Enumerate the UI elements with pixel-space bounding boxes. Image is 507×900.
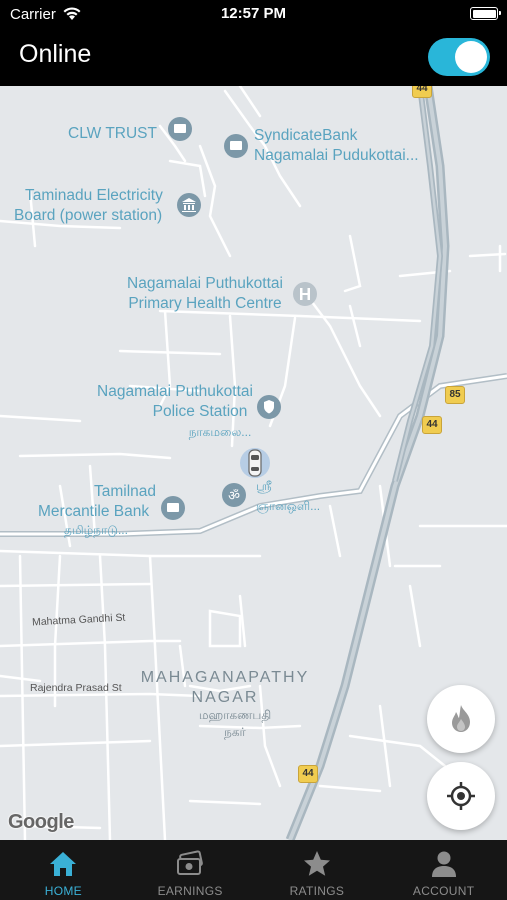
poi-label-health-centre: Nagamalai Puthukottai: [127, 275, 283, 292]
area-name-line2: NAGAR: [191, 689, 259, 706]
tab-home-label: HOME: [44, 884, 82, 898]
vehicle-location-icon: [240, 448, 270, 478]
poi-sublabel-health-centre: Primary Health Centre: [128, 295, 282, 312]
star-icon: [303, 851, 330, 876]
highway-shield: 44: [412, 86, 432, 98]
poi-tamil-tmb: தமிழ்நாடு...: [64, 523, 128, 537]
home-icon: [50, 852, 77, 876]
map-view[interactable]: CLW TRUST SyndicateBank Nagamalai Puduko…: [0, 86, 507, 840]
bottom-tab-bar: HOME EARNINGS RATINGS ACCOUNT: [0, 840, 507, 900]
area-name-line1: MAHAGANAPATHY: [140, 669, 310, 686]
area-tamil-line1: மஹாகணபதி: [198, 708, 272, 722]
temple-marker-icon[interactable]: ॐ: [221, 482, 247, 508]
tab-ratings[interactable]: RATINGS: [254, 840, 381, 900]
cash-icon: [177, 850, 203, 875]
area-tamil-line2: நகர்: [224, 725, 246, 739]
poi-sublabel-electricity-board: Board (power station): [14, 207, 163, 224]
poi-sublabel-police-station: Police Station: [152, 403, 248, 420]
person-icon: [431, 851, 456, 877]
status-time: 12:57 PM: [220, 5, 287, 22]
poi-label-electricity-board: Taminadu Electricity: [25, 187, 163, 204]
tab-account[interactable]: ACCOUNT: [380, 840, 507, 900]
tab-home[interactable]: HOME: [0, 840, 127, 900]
status-bar: Carrier 12:57 PM: [0, 0, 507, 28]
poi-tamil-police-station: நாகமலை...: [188, 425, 252, 439]
bank-marker-icon[interactable]: [160, 495, 186, 521]
online-toggle[interactable]: [428, 38, 490, 76]
poi-tamil-temple: ஸ்ரீ: [256, 479, 272, 493]
poi-label-clw-trust: CLW TRUST: [68, 125, 157, 142]
hospital-marker-icon[interactable]: [292, 281, 318, 307]
tab-earnings-label: EARNINGS: [157, 884, 223, 898]
poi-sublabel-syndicate-bank: Nagamalai Pudukottai...: [254, 147, 419, 164]
poi-tamil-temple-2: ஞானஒளி...: [256, 499, 321, 513]
tab-account-label: ACCOUNT: [412, 884, 475, 898]
highway-shield: 85: [445, 386, 465, 404]
crosshair-icon: [447, 782, 475, 810]
tab-ratings-label: RATINGS: [289, 884, 345, 898]
poi-label-police-station: Nagamalai Puthukottai: [97, 383, 253, 400]
app-header: Online: [0, 28, 507, 86]
poi-label-syndicate-bank: SyndicateBank: [254, 127, 358, 144]
online-status-title: Online: [19, 40, 92, 68]
flame-icon: [452, 705, 470, 732]
poi-sublabel-tmb: Mercantile Bank: [38, 503, 150, 520]
highway-shield: 44: [422, 416, 442, 434]
place-marker-icon[interactable]: [167, 116, 193, 142]
tab-earnings[interactable]: EARNINGS: [127, 840, 254, 900]
google-logo: Google: [8, 811, 74, 833]
highway-shield: 44: [298, 765, 318, 783]
government-building-icon[interactable]: [176, 192, 202, 218]
surge-button[interactable]: [427, 685, 495, 753]
battery-icon: [470, 7, 501, 20]
police-marker-icon[interactable]: [256, 394, 282, 420]
svg-text:ॐ: ॐ: [228, 489, 240, 504]
recenter-location-button[interactable]: [427, 762, 495, 830]
toggle-knob: [455, 41, 487, 73]
bank-marker-icon[interactable]: [223, 133, 249, 159]
